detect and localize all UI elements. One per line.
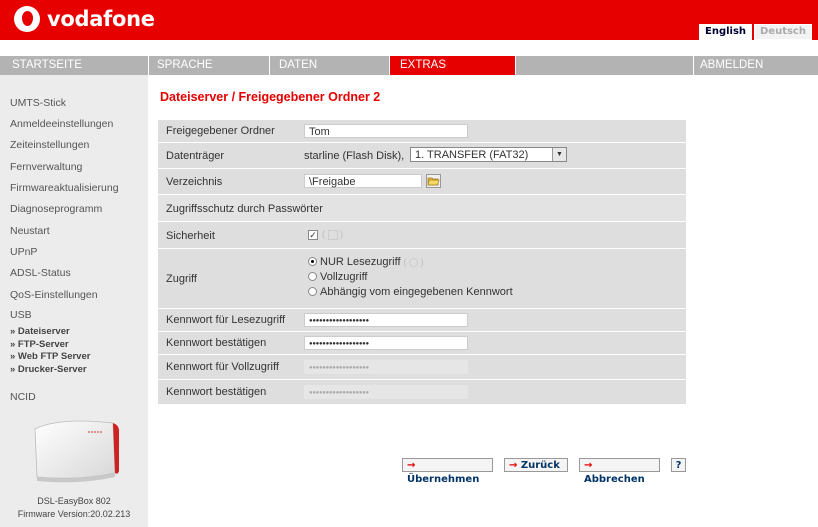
sidebar-item-time-settings[interactable]: Zeiteinstellungen bbox=[10, 139, 89, 151]
radio-read-only[interactable] bbox=[308, 256, 317, 266]
sidebar-item-diagnostics[interactable]: Diagnoseprogramm bbox=[10, 203, 102, 215]
read-password-label: Kennwort für Lesezugriff bbox=[166, 314, 286, 326]
access-option-read-only[interactable]: NUR Lesezugriff ( ) bbox=[308, 256, 424, 268]
nav-abmelden[interactable]: ABMELDEN bbox=[700, 56, 763, 75]
firmware-version: Firmware Version:20.02.213 bbox=[17, 509, 131, 519]
full-password-label: Kennwort für Vollzugriff bbox=[166, 361, 279, 373]
security-checkbox[interactable]: ✓ bbox=[308, 230, 318, 240]
access-option-read-only-label: NUR Lesezugriff bbox=[320, 256, 401, 268]
read-password-input[interactable]: ●●●●●●●●●●●●●●●●●● bbox=[304, 313, 468, 327]
sidebar-item-qos-settings[interactable]: QoS-Einstellungen bbox=[10, 289, 98, 301]
drive-select[interactable]: 1. TRANSFER (FAT32) ▼ bbox=[410, 147, 567, 162]
confirm-read-password-input[interactable]: ●●●●●●●●●●●●●●●●●● bbox=[304, 336, 468, 350]
device-name: DSL-EasyBox 802 bbox=[37, 496, 111, 506]
drive-label: Datenträger bbox=[166, 150, 225, 162]
password-protection-section-row: Zugriffsschutz durch Passwörter bbox=[158, 195, 686, 222]
sidebar-item-login-settings[interactable]: Anmeldeeinstellungen bbox=[10, 118, 113, 130]
folder-browse-icon[interactable] bbox=[426, 174, 441, 188]
header-bar: vodafone English Deutsch bbox=[0, 0, 818, 40]
confirm-read-password-row: Kennwort bestätigen ●●●●●●●●●●●●●●●●●● bbox=[158, 332, 686, 355]
nav-divider bbox=[148, 56, 149, 75]
cancel-button-label: Abbrechen bbox=[584, 474, 645, 485]
cancel-button[interactable]: → Abbrechen bbox=[579, 458, 660, 485]
nav-daten[interactable]: DATEN bbox=[279, 56, 317, 75]
directory-label: Verzeichnis bbox=[166, 176, 223, 188]
apply-button[interactable]: → Übernehmen bbox=[402, 458, 493, 485]
security-checkbox-ghost: ( ) bbox=[322, 229, 343, 240]
drive-name: starline (Flash Disk), bbox=[304, 150, 405, 162]
language-english-button[interactable]: English bbox=[699, 24, 753, 40]
arrow-right-icon: → bbox=[584, 460, 593, 471]
sidebar-subitem-ftp-server[interactable]: » FTP-Server bbox=[10, 339, 69, 350]
main-nav: STARTSEITE SPRACHE DATEN EXTRAS ABMELDEN bbox=[0, 56, 818, 75]
shared-folder-label: Freigegebener Ordner bbox=[166, 125, 275, 137]
directory-input[interactable]: \Freigabe bbox=[304, 174, 422, 188]
sidebar-item-adsl-status[interactable]: ADSL-Status bbox=[10, 267, 71, 279]
back-button-label: Zurück bbox=[520, 460, 560, 471]
access-option-password-dependent-label: Abhängig vom eingegebenen Kennwort bbox=[320, 286, 513, 298]
sidebar-item-usb[interactable]: USB bbox=[10, 309, 32, 321]
confirm-read-password-label: Kennwort bestätigen bbox=[166, 337, 267, 349]
nav-extras-label: EXTRAS bbox=[400, 59, 447, 71]
sidebar-item-ncid[interactable]: NCID bbox=[10, 391, 36, 403]
back-button[interactable]: → Zurück bbox=[504, 458, 568, 472]
vodafone-speechmark-icon bbox=[14, 6, 40, 32]
password-protection-heading: Zugriffsschutz durch Passwörter bbox=[166, 203, 323, 215]
language-german-button[interactable]: Deutsch bbox=[754, 24, 812, 40]
sidebar-item-restart[interactable]: Neustart bbox=[10, 225, 50, 237]
radio-full-access[interactable] bbox=[308, 271, 317, 281]
full-password-input[interactable]: ●●●●●●●●●●●●●●●●●● bbox=[304, 360, 468, 374]
read-password-row: Kennwort für Lesezugriff ●●●●●●●●●●●●●●●… bbox=[158, 309, 686, 332]
nav-divider bbox=[515, 56, 516, 75]
sidebar-subitem-fileserver[interactable]: » Dateiserver bbox=[10, 326, 70, 337]
directory-row: Verzeichnis \Freigabe bbox=[158, 169, 686, 195]
read-only-radio-ghost: ( ) bbox=[403, 257, 424, 268]
confirm-full-password-input[interactable]: ●●●●●●●●●●●●●●●●●● bbox=[304, 385, 468, 399]
vodafone-logo[interactable]: vodafone bbox=[14, 6, 155, 32]
confirm-full-password-row: Kennwort bestätigen ●●●●●●●●●●●●●●●●●● bbox=[158, 380, 686, 405]
shared-folder-input[interactable]: Tom bbox=[304, 124, 468, 138]
nav-divider bbox=[693, 56, 694, 75]
access-option-password-dependent[interactable]: Abhängig vom eingegebenen Kennwort bbox=[308, 286, 513, 298]
apply-button-label: Übernehmen bbox=[407, 474, 480, 485]
sidebar-item-upnp[interactable]: UPnP bbox=[10, 246, 37, 258]
sidebar-item-firmware-update[interactable]: Firmwareaktualisierung bbox=[10, 182, 119, 194]
drive-row: Datenträger starline (Flash Disk), 1. TR… bbox=[158, 143, 686, 169]
drive-select-value: 1. TRANSFER (FAT32) bbox=[415, 149, 529, 161]
arrow-right-icon: → bbox=[407, 460, 416, 471]
sidebar: UMTS-Stick Anmeldeeinstellungen Zeiteins… bbox=[0, 75, 148, 527]
access-row: Zugriff NUR Lesezugriff ( ) Vollzugriff … bbox=[158, 249, 686, 309]
security-row: Sicherheit ✓ ( ) bbox=[158, 222, 686, 249]
nav-extras-active[interactable]: EXTRAS bbox=[390, 56, 515, 75]
sidebar-subitem-printer-server[interactable]: » Drucker-Server bbox=[10, 364, 87, 375]
help-icon: ? bbox=[675, 460, 682, 471]
access-option-full-label: Vollzugriff bbox=[320, 271, 368, 283]
access-label: Zugriff bbox=[166, 273, 197, 285]
brand-name: vodafone bbox=[47, 7, 155, 31]
arrow-right-icon: → bbox=[509, 460, 518, 471]
page-title: Dateiserver / Freigegebener Ordner 2 bbox=[160, 90, 381, 104]
sidebar-item-umts-stick[interactable]: UMTS-Stick bbox=[10, 97, 66, 109]
security-label: Sicherheit bbox=[166, 230, 215, 242]
shared-folder-row: Freigegebener Ordner Tom bbox=[158, 120, 686, 143]
router-device-image bbox=[34, 420, 119, 483]
access-option-full[interactable]: Vollzugriff bbox=[308, 271, 368, 283]
confirm-full-password-label: Kennwort bestätigen bbox=[166, 386, 267, 398]
nav-sprache[interactable]: SPRACHE bbox=[157, 56, 213, 75]
chevron-down-icon[interactable]: ▼ bbox=[552, 148, 566, 161]
radio-password-dependent[interactable] bbox=[308, 286, 317, 296]
full-password-row: Kennwort für Vollzugriff ●●●●●●●●●●●●●●●… bbox=[158, 355, 686, 380]
nav-startseite[interactable]: STARTSEITE bbox=[12, 56, 82, 75]
sidebar-subitem-web-ftp-server[interactable]: » Web FTP Server bbox=[10, 351, 90, 362]
help-button[interactable]: ? bbox=[671, 458, 686, 472]
nav-divider bbox=[269, 56, 270, 75]
sidebar-item-remote-management[interactable]: Fernverwaltung bbox=[10, 161, 82, 173]
